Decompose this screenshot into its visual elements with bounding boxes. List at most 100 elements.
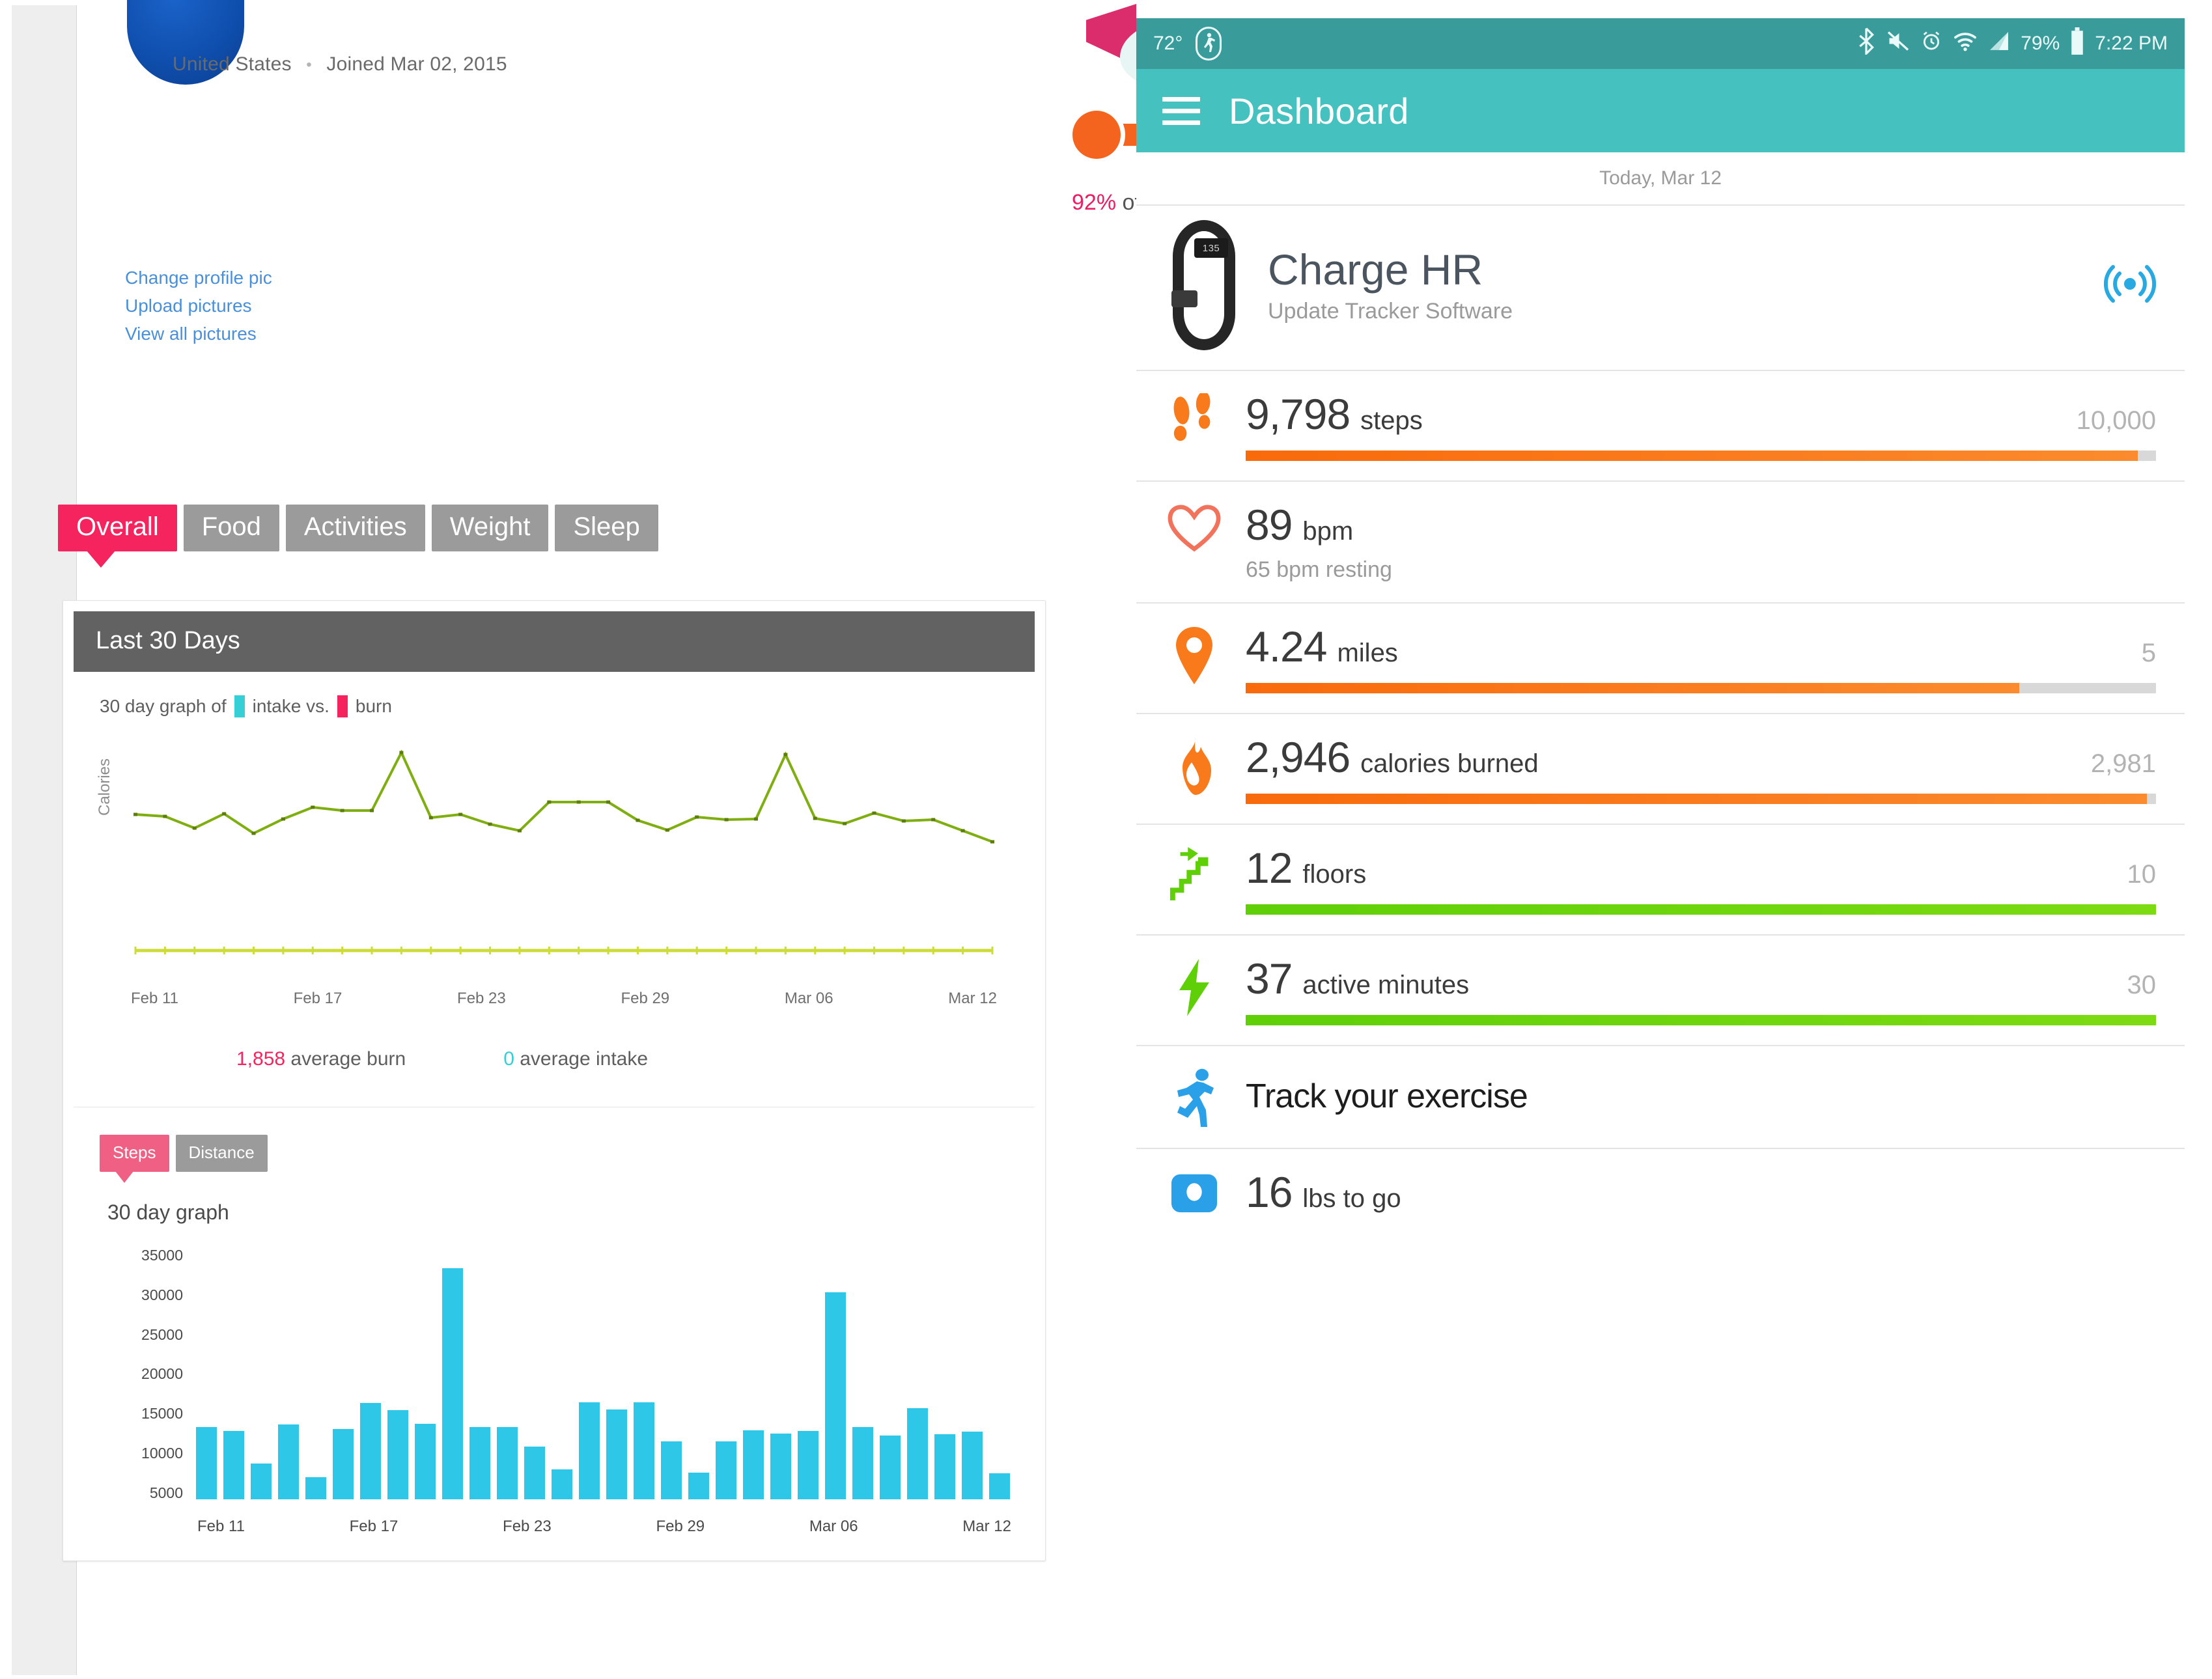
track-exercise-label: Track your exercise — [1246, 1077, 1528, 1115]
calories-progress-bar — [1246, 794, 2156, 804]
metric-row-heart-rate[interactable]: 89 bpm 65 bpm resting — [1136, 482, 2185, 602]
calorie-averages: 1,858 average burn 0 average intake — [236, 1048, 1009, 1070]
calories-value: 2,946 — [1246, 733, 1351, 781]
steps-y-axis: 35000 30000 25000 20000 15000 10000 5000 — [100, 1247, 183, 1502]
metric-row-steps[interactable]: 9,798 steps 10,000 — [1136, 371, 2185, 480]
steps-goal: 10,000 — [2076, 406, 2156, 435]
tab-distance[interactable]: Distance — [175, 1135, 268, 1172]
average-intake-value: 0 — [503, 1048, 514, 1070]
goal-badge-graphic: 92% of — [1009, 0, 1136, 267]
calories-unit: calories burned — [1360, 749, 1539, 778]
bar — [442, 1268, 463, 1499]
average-burn: 1,858 average burn — [236, 1048, 406, 1070]
metric-row-weight[interactable]: 16 lbs to go — [1136, 1149, 2185, 1247]
profile-location: United States — [173, 53, 292, 75]
metric-row-calories[interactable]: 2,946 calories burned 2,981 — [1136, 714, 2185, 824]
axis-tick-label: 30000 — [141, 1286, 183, 1303]
steps-unit: steps — [1360, 406, 1423, 435]
average-burn-value: 1,858 — [236, 1048, 286, 1070]
calories-chart-legend: 30 day graph of intake vs. burn — [100, 695, 1009, 717]
tab-weight[interactable]: Weight — [431, 505, 549, 551]
alarm-clock-icon — [1920, 30, 1942, 57]
cell-signal-icon — [1988, 30, 2010, 57]
weight-to-go-value: 16 — [1246, 1168, 1293, 1216]
tracker-device-row[interactable]: 135 Charge HR Update Tracker Software — [1136, 206, 2185, 370]
charge-hr-tracker-image: 135 — [1165, 220, 1243, 350]
steps-bar-chart: 35000 30000 25000 20000 15000 10000 5000 Feb 1… — [100, 1244, 1011, 1550]
calories-line-svg — [133, 749, 994, 954]
axis-tick-label: Mar 12 — [962, 1518, 1011, 1535]
axis-tick-label: 20000 — [141, 1365, 183, 1383]
tab-steps[interactable]: Steps — [100, 1135, 169, 1183]
heart-icon — [1165, 499, 1224, 553]
fitbit-mobile-app: 72° 79% 7:22 PM Dashboard Today, Mar 12 … — [1136, 18, 2185, 1679]
calories-goal: 2,981 — [2090, 749, 2156, 778]
floors-goal: 10 — [2127, 860, 2157, 889]
active-minutes-goal: 30 — [2127, 971, 2157, 999]
metric-row-distance[interactable]: 4.24 miles 5 — [1136, 604, 2185, 713]
sync-broadcast-icon[interactable] — [2103, 258, 2157, 313]
heart-rate-value: 89 — [1246, 501, 1293, 549]
view-all-pictures-link[interactable]: View all pictures — [125, 323, 272, 344]
steps-chart-subtitle: 30 day graph — [107, 1200, 229, 1224]
bar — [743, 1430, 764, 1499]
axis-tick-label: 5000 — [149, 1484, 183, 1501]
axis-tick-label: Feb 29 — [656, 1518, 705, 1535]
axis-tick-label: Feb 17 — [349, 1518, 399, 1535]
calories-chart-body: 30 day graph of intake vs. burn Calories… — [74, 672, 1035, 1077]
temperature-text: 72° — [1153, 33, 1183, 54]
average-intake-label: average intake — [520, 1048, 649, 1070]
lightning-bolt-icon — [1165, 952, 1224, 1018]
app-bar: Dashboard — [1136, 69, 2185, 152]
steps-bars — [196, 1244, 1010, 1499]
screenshot-root: United States • Joined Mar 02, 2015 Chan… — [0, 0, 2212, 1679]
bar — [251, 1464, 272, 1499]
metric-row-floors[interactable]: 12 floors 10 — [1136, 825, 2185, 934]
calories-line-chart: Calories Feb 11 Feb 17 Feb 23 Feb 29 Mar 06 M… — [96, 734, 1009, 1008]
calories-x-axis-ticks: Feb 11 Feb 17 Feb 23 Feb 29 Mar 06 Mar 12 — [131, 990, 997, 1008]
tab-activities[interactable]: Activities — [285, 505, 425, 551]
bar — [333, 1428, 354, 1499]
axis-tick-label: Mar 06 — [809, 1518, 858, 1535]
tab-food[interactable]: Food — [183, 505, 279, 551]
distance-value: 4.24 — [1246, 622, 1327, 671]
tab-overall[interactable]: Overall — [58, 505, 177, 568]
update-tracker-software-label: Update Tracker Software — [1268, 298, 1513, 324]
goal-slider-knob[interactable] — [1072, 111, 1121, 159]
upload-pictures-link[interactable]: Upload pictures — [125, 295, 272, 316]
bar — [196, 1427, 217, 1499]
axis-tick-label: Mar 12 — [948, 990, 997, 1007]
legend-burn-label: burn — [355, 696, 392, 716]
bar — [387, 1410, 408, 1499]
hamburger-menu-icon[interactable] — [1162, 96, 1200, 125]
android-status-bar: 72° 79% 7:22 PM — [1136, 18, 2185, 69]
clock-text: 7:22 PM — [2095, 33, 2168, 54]
tracker-display-value: 135 — [1194, 238, 1228, 258]
bar — [798, 1430, 819, 1499]
axis-tick-label: Feb 29 — [621, 990, 670, 1007]
metric-row-track-exercise[interactable]: Track your exercise — [1136, 1046, 2185, 1148]
tab-sleep[interactable]: Sleep — [555, 505, 658, 551]
bluetooth-icon — [1856, 27, 1876, 60]
bar — [716, 1441, 736, 1499]
resting-heart-rate: 65 bpm resting — [1246, 557, 1392, 582]
wifi-icon — [1953, 31, 1978, 57]
goal-percent-suffix: of — [1122, 190, 1136, 215]
bar — [524, 1446, 545, 1499]
bar — [661, 1441, 682, 1499]
bar — [497, 1427, 518, 1499]
change-profile-pic-link[interactable]: Change profile pic — [125, 267, 272, 288]
distance-progress-bar — [1246, 683, 2156, 693]
active-minutes-unit: active minutes — [1302, 971, 1470, 999]
heart-rate-unit: bpm — [1302, 517, 1354, 546]
metric-row-active-minutes[interactable]: 37 active minutes 30 — [1136, 936, 2185, 1045]
axis-tick-label: Feb 11 — [131, 990, 178, 1007]
floors-progress-bar — [1246, 904, 2156, 915]
profile-meta: United States • Joined Mar 02, 2015 — [173, 53, 507, 76]
battery-percent-text: 79% — [2021, 33, 2060, 54]
app-bar-title: Dashboard — [1229, 90, 1409, 132]
bar — [634, 1402, 654, 1499]
axis-tick-label: Feb 23 — [503, 1518, 552, 1535]
active-minutes-value: 37 — [1246, 954, 1293, 1003]
bar — [579, 1402, 600, 1499]
